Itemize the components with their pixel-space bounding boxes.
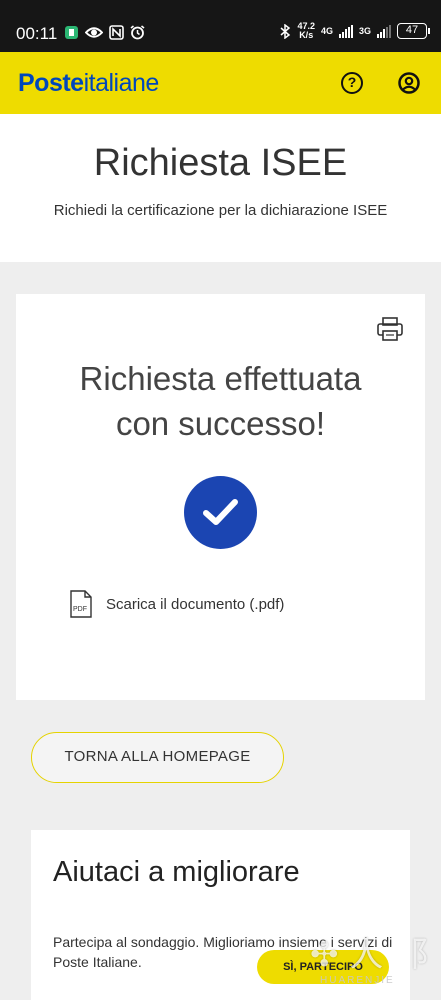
download-pdf-label: Scarica il documento (.pdf) bbox=[106, 595, 285, 613]
success-message: Richiesta effettuata con successo! bbox=[16, 356, 425, 446]
page-title: Richiesta ISEE bbox=[93, 142, 348, 184]
user-circle-icon[interactable] bbox=[398, 72, 420, 94]
printer-icon[interactable] bbox=[376, 316, 404, 342]
network-speed-unit: K/s bbox=[299, 30, 314, 40]
battery-indicator: 47 bbox=[397, 23, 430, 39]
watermark: ✣ 人 ⻏ HUARENJIE bbox=[300, 925, 435, 995]
watermark-logo: ✣ 人 ⻏ bbox=[310, 935, 429, 975]
status-time: 00:11 bbox=[16, 24, 58, 43]
eye-icon bbox=[85, 27, 103, 38]
success-message-line2: con successo! bbox=[115, 405, 326, 442]
poste-italiane-logo[interactable]: Posteitaliane bbox=[18, 69, 159, 98]
question-circle-icon[interactable]: ? bbox=[341, 72, 363, 94]
bluetooth-icon bbox=[280, 23, 291, 39]
app-bar: Posteitaliane ? bbox=[0, 52, 441, 114]
app-notification-icon bbox=[65, 26, 78, 39]
signal-bars-1-icon bbox=[338, 24, 353, 38]
pdf-file-icon: PDF bbox=[70, 590, 92, 618]
network-type-2: 3G bbox=[358, 26, 371, 36]
survey-title: Aiutaci a migliorare bbox=[53, 856, 300, 888]
signal-bars-2-icon bbox=[377, 24, 391, 38]
download-pdf-link[interactable]: PDF Scarica il documento (.pdf) bbox=[68, 590, 284, 618]
logo-bold-text: Poste bbox=[18, 69, 84, 97]
result-card: Richiesta effettuata con successo! PDF S… bbox=[16, 294, 425, 700]
status-icons-left bbox=[64, 25, 145, 40]
status-bar: 00:11 47.2 K/s 4G 3G 47 bbox=[0, 0, 441, 52]
network-speed: 47.2 K/s bbox=[297, 22, 315, 40]
back-to-homepage-button[interactable]: TORNA ALLA HOMEPAGE bbox=[31, 732, 284, 783]
page-header: Richiesta ISEE Richiedi la certificazion… bbox=[0, 114, 441, 262]
check-circle-icon bbox=[184, 476, 257, 549]
page-subtitle: Richiedi la certificazione per la dichia… bbox=[53, 202, 388, 219]
alarm-icon bbox=[130, 25, 145, 40]
nfc-icon bbox=[109, 25, 124, 40]
success-message-line1: Richiesta effettuata bbox=[79, 360, 362, 397]
checkmark-icon bbox=[203, 499, 238, 525]
watermark-text: HUARENJIE bbox=[320, 975, 395, 986]
status-icons-right: 47.2 K/s 4G 3G 47 bbox=[279, 22, 430, 40]
network-type-1: 4G bbox=[320, 26, 333, 36]
logo-regular-text: italiane bbox=[83, 69, 160, 97]
svg-text:PDF: PDF bbox=[73, 606, 87, 613]
